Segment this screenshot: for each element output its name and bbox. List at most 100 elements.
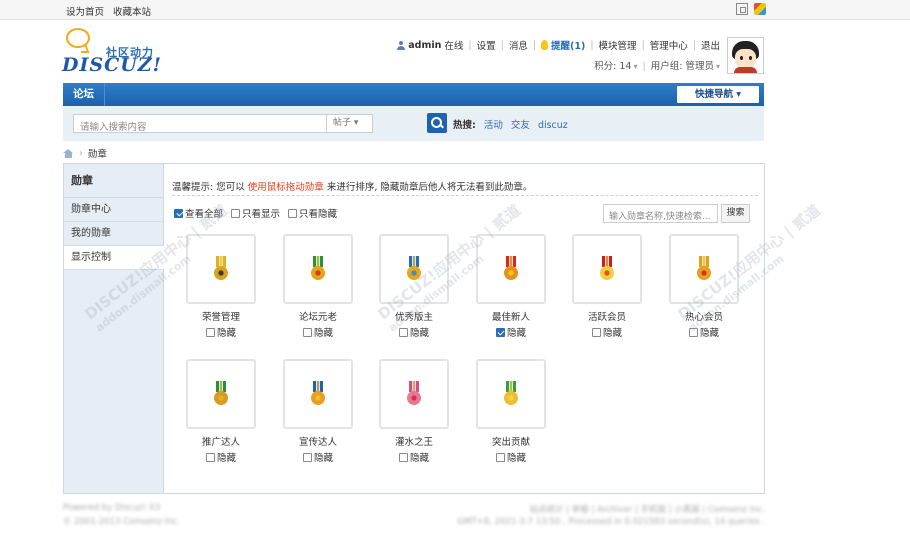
hot-search-item[interactable]: 交友 xyxy=(511,120,530,131)
module-manage-link[interactable]: 模块管理 xyxy=(599,38,637,52)
medal-card[interactable]: 最佳新人 隐藏 xyxy=(476,234,546,339)
sidebar-title: 勋章 xyxy=(64,164,163,198)
medal-hide-toggle[interactable]: 隐藏 xyxy=(476,450,546,464)
medal-hide-checkbox[interactable] xyxy=(688,327,698,337)
medal-hide-toggle[interactable]: 隐藏 xyxy=(283,325,353,339)
medal-hide-checkbox[interactable] xyxy=(398,327,408,337)
logout-link[interactable]: 退出 xyxy=(701,38,720,52)
medal-card[interactable]: 宣传达人 隐藏 xyxy=(283,359,353,464)
filter-hidden[interactable]: 只看隐藏 xyxy=(288,206,337,220)
medal-hide-toggle[interactable]: 隐藏 xyxy=(186,325,256,339)
quick-nav-button[interactable]: 快捷导航 ▾ xyxy=(677,86,759,103)
medal-name: 推广达人 xyxy=(201,437,240,448)
user-info: admin 在线 | 设置 | 消息 | 提醒(1) | 模块管理 | 管理中心… xyxy=(397,38,720,72)
search-input[interactable]: 请输入搜索内容 帖子 ▾ xyxy=(73,114,373,133)
set-home-link[interactable]: 设为首页 xyxy=(66,7,104,18)
medal-search-button[interactable]: 搜索 xyxy=(721,204,750,223)
medal-hide-toggle[interactable]: 隐藏 xyxy=(669,325,739,339)
medal-icon xyxy=(504,256,518,282)
medal-frame[interactable] xyxy=(669,234,739,304)
sidebar-item-display-control[interactable]: 显示控制 xyxy=(64,246,164,270)
filter-all-checkbox[interactable] xyxy=(174,208,183,218)
site-logo[interactable]: 社区动力 DISCUZ! xyxy=(62,28,162,78)
medal-icon xyxy=(311,381,325,407)
top-links: 设为首页 收藏本站 xyxy=(66,4,157,18)
medal-frame[interactable] xyxy=(379,359,449,429)
medal-hide-checkbox[interactable] xyxy=(302,452,312,462)
medal-card[interactable]: 优秀版主 隐藏 xyxy=(379,234,449,339)
credits-menu[interactable]: 积分: 14 ▾ xyxy=(594,61,637,72)
medal-panel: 勋章 勋章中心 我的勋章 显示控制 温馨提示: 您可以 使用鼠标拖动勋章 来进行… xyxy=(63,163,765,494)
footer-powered: Powered by Discuz! X3 xyxy=(63,503,161,513)
medal-hide-toggle[interactable]: 隐藏 xyxy=(476,325,546,339)
fullscreen-icon[interactable] xyxy=(736,3,748,15)
filter-shown-checkbox[interactable] xyxy=(231,208,241,218)
sidebar-item-medal-center[interactable]: 勋章中心 xyxy=(64,198,163,222)
tip-highlight: 使用鼠标拖动勋章 xyxy=(247,182,324,193)
medal-name: 优秀版主 xyxy=(394,312,433,323)
tip-text: 温馨提示: 您可以 使用鼠标拖动勋章 来进行排序, 隐藏勋章后他人将无法看到此勋… xyxy=(172,182,533,193)
medal-hide-toggle[interactable]: 隐藏 xyxy=(379,325,449,339)
medal-icon xyxy=(407,256,421,282)
filter-all[interactable]: 查看全部 xyxy=(174,206,223,220)
hot-search-item[interactable]: 活动 xyxy=(484,120,503,131)
medal-hide-toggle[interactable]: 隐藏 xyxy=(283,450,353,464)
medal-hide-checkbox[interactable] xyxy=(495,327,505,337)
medal-card[interactable]: 荣誉管理 隐藏 xyxy=(186,234,256,339)
breadcrumb-current[interactable]: 勋章 xyxy=(88,146,107,160)
filter-shown[interactable]: 只看显示 xyxy=(231,206,280,220)
medal-icon xyxy=(214,256,228,282)
medal-card[interactable]: 论坛元老 隐藏 xyxy=(283,234,353,339)
filter-hidden-checkbox[interactable] xyxy=(288,208,298,218)
bookmark-link[interactable]: 收藏本站 xyxy=(113,7,151,18)
medal-hide-checkbox[interactable] xyxy=(205,452,215,462)
admin-center-link[interactable]: 管理中心 xyxy=(650,38,688,52)
medal-hide-checkbox[interactable] xyxy=(205,327,215,337)
medal-icon xyxy=(311,256,325,282)
medal-card[interactable]: 突出贡献 隐藏 xyxy=(476,359,546,464)
hot-search-item[interactable]: discuz xyxy=(538,120,568,131)
settings-link[interactable]: 设置 xyxy=(477,38,496,52)
hot-search: 热搜: 活动 交友 discuz xyxy=(453,117,568,131)
medal-card[interactable]: 灌水之王 隐藏 xyxy=(379,359,449,464)
medal-frame[interactable] xyxy=(283,359,353,429)
usergroup-menu[interactable]: 用户组: 管理员 ▾ xyxy=(651,61,720,72)
search-placeholder: 请输入搜索内容 xyxy=(80,122,147,133)
username-link[interactable]: admin xyxy=(408,40,441,51)
online-status[interactable]: 在线 xyxy=(444,38,463,52)
medal-hide-toggle[interactable]: 隐藏 xyxy=(572,325,642,339)
medal-card[interactable]: 活跃会员 隐藏 xyxy=(572,234,642,339)
color-theme-icon[interactable] xyxy=(754,3,766,15)
hot-search-label: 热搜: xyxy=(453,120,476,131)
medal-frame[interactable] xyxy=(476,359,546,429)
medal-frame[interactable] xyxy=(186,359,256,429)
medal-card[interactable]: 热心会员 隐藏 xyxy=(669,234,739,339)
messages-link[interactable]: 消息 xyxy=(509,38,528,52)
avatar[interactable] xyxy=(727,37,764,74)
logo-wordmark: DISCUZ! xyxy=(62,54,162,76)
medal-hide-checkbox[interactable] xyxy=(302,327,312,337)
site-header: 社区动力 DISCUZ! admin 在线 | 设置 | 消息 | 提醒(1) … xyxy=(0,21,910,81)
filter-options: 查看全部 只看显示 只看隐藏 xyxy=(174,206,337,220)
medal-frame[interactable] xyxy=(476,234,546,304)
footer-links[interactable]: 站点统计 | 举报 | Archiver | 手机版 | 小黑屋 | Comse… xyxy=(529,503,765,515)
footer-copyright: © 2001-2013 Comsenz Inc. xyxy=(63,517,181,527)
medal-frame[interactable] xyxy=(186,234,256,304)
medal-icon xyxy=(504,381,518,407)
medal-hide-checkbox[interactable] xyxy=(398,452,408,462)
medal-frame[interactable] xyxy=(379,234,449,304)
sidebar-item-my-medals[interactable]: 我的勋章 xyxy=(64,222,163,246)
medal-hide-checkbox[interactable] xyxy=(495,452,505,462)
remind-link[interactable]: 提醒(1) xyxy=(551,38,585,52)
medal-hide-checkbox[interactable] xyxy=(591,327,601,337)
medal-card[interactable]: 推广达人 隐藏 xyxy=(186,359,256,464)
medal-frame[interactable] xyxy=(572,234,642,304)
medal-hide-toggle[interactable]: 隐藏 xyxy=(186,450,256,464)
nav-forum-tab[interactable]: 论坛 xyxy=(63,83,105,106)
search-button[interactable] xyxy=(427,113,447,133)
medal-frame[interactable] xyxy=(283,234,353,304)
home-icon[interactable] xyxy=(63,148,74,158)
medal-hide-toggle[interactable]: 隐藏 xyxy=(379,450,449,464)
medal-search-input[interactable]: 输入勋章名称,快速检索... xyxy=(603,204,718,223)
search-type-select[interactable]: 帖子 ▾ xyxy=(326,115,372,132)
